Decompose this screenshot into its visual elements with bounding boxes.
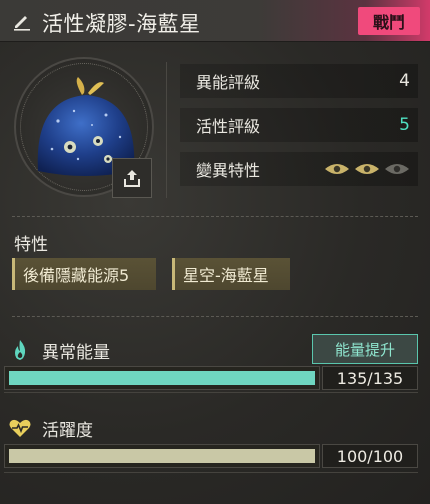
battle-tag: 戰鬥 [358, 7, 420, 35]
heart-pulse-icon [9, 419, 31, 437]
share-button[interactable] [112, 158, 152, 198]
energy-bar [4, 366, 320, 390]
vertical-divider [166, 62, 167, 198]
vitality-bar [4, 444, 320, 468]
mutation-eye-indicators [324, 161, 410, 177]
vitality-value: 100/100 [322, 444, 418, 468]
energy-boost-button[interactable]: 能量提升 [312, 334, 418, 364]
stat-label: 活性評級 [196, 117, 261, 136]
stat-value: 4 [399, 71, 410, 91]
row-divider [4, 392, 418, 393]
trait-chip[interactable]: 星空-海藍星 [172, 258, 290, 290]
traits-heading: 特性 [14, 235, 48, 255]
vitality-header: 活躍度 [4, 412, 418, 442]
stat-row-activity-rank: 活性評級 5 [180, 108, 418, 142]
energy-header: 異常能量 能量提升 [4, 334, 418, 364]
energy-label: 異常能量 [42, 343, 110, 363]
stat-value: 5 [399, 115, 410, 135]
energy-value: 135/135 [322, 366, 418, 390]
share-upload-icon [124, 170, 140, 187]
creature-name: 活性凝膠-海藍星 [42, 12, 201, 36]
energy-bar-fill [9, 371, 315, 385]
eye-icon [385, 164, 409, 174]
flame-icon [15, 340, 26, 360]
stat-label: 變異特性 [196, 161, 261, 180]
stat-row-ability-rank: 異能評級 4 [180, 64, 418, 98]
trait-chip[interactable]: 後備隱藏能源5 [12, 258, 156, 290]
title-bar: 活性凝膠-海藍星 戰鬥 [0, 0, 430, 42]
section-divider [12, 216, 418, 217]
eye-icon [355, 164, 379, 174]
vitality-label: 活躍度 [42, 421, 93, 441]
section-divider [12, 316, 418, 317]
pencil-icon[interactable] [12, 11, 32, 31]
eye-icon [325, 164, 349, 174]
stat-row-mutation-traits: 變異特性 [180, 152, 418, 186]
row-divider [4, 472, 418, 473]
stat-label: 異能評級 [196, 73, 261, 92]
vitality-bar-fill [9, 449, 315, 463]
